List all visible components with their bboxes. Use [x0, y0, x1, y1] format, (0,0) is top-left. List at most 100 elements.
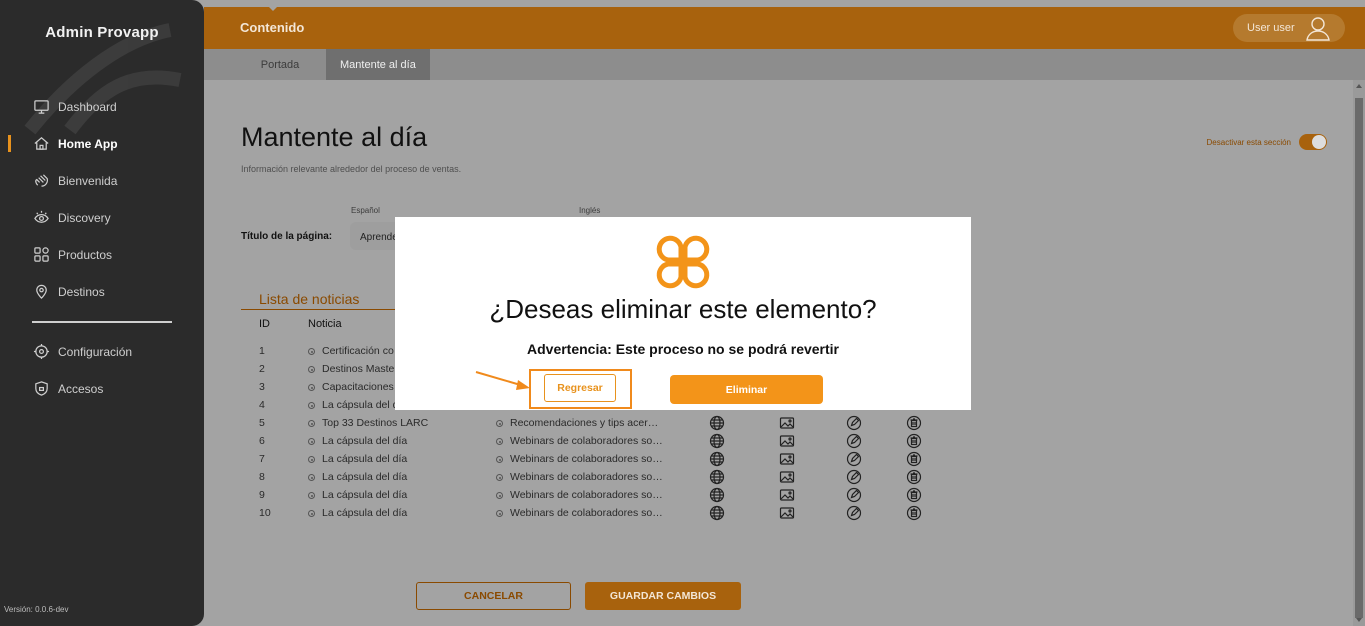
- home-icon: [32, 135, 50, 153]
- image-icon[interactable]: [779, 505, 795, 521]
- scrollbar-thumb[interactable]: [1355, 98, 1363, 618]
- image-icon[interactable]: [779, 433, 795, 449]
- sidebar: Admin Provapp Dashboard Home App Bienven…: [0, 0, 204, 626]
- gear-icon: [32, 343, 50, 361]
- status-dot-icon: [308, 438, 315, 445]
- sidebar-item-home-app[interactable]: Home App: [0, 125, 204, 162]
- row-id: 9: [259, 489, 265, 501]
- row-id: 2: [259, 363, 265, 375]
- status-dot-icon: [496, 438, 503, 445]
- shield-icon: [32, 380, 50, 398]
- delete-button[interactable]: Eliminar: [670, 375, 823, 404]
- row-title-es: La cápsula del día: [322, 489, 408, 501]
- status-dot-icon: [308, 348, 315, 355]
- status-dot-icon: [308, 384, 315, 391]
- image-icon[interactable]: [779, 469, 795, 485]
- row-title-es: Top 33 Destinos LARC: [322, 417, 429, 429]
- section-toggle[interactable]: [1299, 134, 1327, 150]
- row-title-en: Webinars de colaboradores so…: [510, 507, 663, 519]
- sidebar-item-label: Dashboard: [58, 99, 117, 114]
- edit-icon[interactable]: [846, 487, 862, 503]
- table-row: 10 La cápsula del día Webinars de colabora…: [204, 504, 1004, 522]
- row-id: 5: [259, 417, 265, 429]
- edit-icon[interactable]: [846, 451, 862, 467]
- sidebar-item-label: Home App: [58, 136, 118, 151]
- lang-label-es: Español: [351, 206, 380, 215]
- edit-icon[interactable]: [846, 415, 862, 431]
- row-title-es: La cápsula del día: [322, 471, 408, 483]
- globe-icon[interactable]: [709, 505, 725, 521]
- tab-mantente-al-dia[interactable]: Mantente al día: [326, 49, 430, 80]
- table-row: 9 La cápsula del día Webinars de colaborad…: [204, 486, 1004, 504]
- globe-icon[interactable]: [709, 469, 725, 485]
- row-id: 4: [259, 399, 265, 411]
- cancel-button[interactable]: CANCELAR: [416, 582, 571, 610]
- sidebar-item-configuracion[interactable]: Configuración: [0, 333, 204, 370]
- trash-icon[interactable]: [906, 487, 922, 503]
- trash-icon[interactable]: [906, 433, 922, 449]
- user-icon: [1306, 17, 1330, 41]
- sidebar-item-accesos[interactable]: Accesos: [0, 370, 204, 407]
- sidebar-item-bienvenida[interactable]: Bienvenida: [0, 162, 204, 199]
- dialog-warning: Advertencia: Este proceso no se podrá re…: [527, 341, 839, 357]
- news-list-title: Lista de noticias: [259, 291, 360, 307]
- row-id: 7: [259, 453, 265, 465]
- user-menu[interactable]: User user: [1233, 14, 1345, 42]
- news-list-underline: [241, 309, 401, 310]
- page-subtitle: Información relevante alrededor del proc…: [241, 164, 462, 174]
- status-dot-icon: [496, 492, 503, 499]
- trash-icon[interactable]: [906, 505, 922, 521]
- top-bar: Contenido User user: [204, 6, 1365, 49]
- sidebar-divider: [32, 321, 172, 323]
- monitor-icon: [32, 98, 50, 116]
- table-row: 7 La cápsula del día Webinars de colaborad…: [204, 450, 1004, 468]
- image-icon[interactable]: [779, 415, 795, 431]
- scroll-up-icon[interactable]: [1356, 84, 1362, 88]
- status-dot-icon: [308, 366, 315, 373]
- lang-label-en: Inglés: [579, 206, 601, 215]
- globe-icon[interactable]: [709, 433, 725, 449]
- row-id: 8: [259, 471, 265, 483]
- edit-icon[interactable]: [846, 469, 862, 485]
- edit-icon[interactable]: [846, 505, 862, 521]
- save-changes-button[interactable]: GUARDAR CAMBIOS: [585, 582, 741, 610]
- status-dot-icon: [496, 474, 503, 481]
- status-dot-icon: [496, 420, 503, 427]
- highlight-box: [529, 369, 632, 409]
- sidebar-item-label: Accesos: [58, 381, 104, 396]
- row-id: 3: [259, 381, 265, 393]
- trash-icon[interactable]: [906, 415, 922, 431]
- sidebar-item-destinos[interactable]: Destinos: [0, 273, 204, 310]
- eye-icon: [32, 209, 50, 227]
- trash-icon[interactable]: [906, 469, 922, 485]
- trash-icon[interactable]: [906, 451, 922, 467]
- column-header-noticia: Noticia: [308, 318, 342, 330]
- sidebar-item-productos[interactable]: Productos: [0, 236, 204, 273]
- globe-icon[interactable]: [709, 415, 725, 431]
- notch-indicator: [268, 6, 278, 11]
- image-icon[interactable]: [779, 451, 795, 467]
- scroll-down-icon[interactable]: [1356, 618, 1362, 622]
- globe-icon[interactable]: [709, 451, 725, 467]
- globe-icon[interactable]: [709, 487, 725, 503]
- page-scrollbar[interactable]: [1353, 80, 1365, 626]
- top-strip: [204, 0, 1365, 7]
- grid-icon: [32, 246, 50, 264]
- edit-icon[interactable]: [846, 433, 862, 449]
- image-icon[interactable]: [779, 487, 795, 503]
- sidebar-item-discovery[interactable]: Discovery: [0, 199, 204, 236]
- status-dot-icon: [496, 510, 503, 517]
- pointer-arrow-icon: [475, 371, 530, 390]
- table-row: 6 La cápsula del día Webinars de colaborad…: [204, 432, 1004, 450]
- row-title-es: La cápsula del día: [322, 453, 408, 465]
- row-title-en: Webinars de colaboradores so…: [510, 489, 663, 501]
- section-toggle-wrap: Desactivar esta sección: [1207, 134, 1327, 150]
- tab-portada[interactable]: Portada: [234, 49, 326, 80]
- row-title-en: Recomendaciones y tips acer…: [510, 417, 659, 429]
- column-header-id: ID: [259, 318, 270, 330]
- page-title-label: Título de la página:: [241, 231, 333, 242]
- row-title-es: Certificación co: [322, 345, 394, 357]
- sidebar-item-dashboard[interactable]: Dashboard: [0, 88, 204, 125]
- row-id: 10: [259, 507, 271, 519]
- tab-bar: Portada Mantente al día: [204, 49, 1365, 80]
